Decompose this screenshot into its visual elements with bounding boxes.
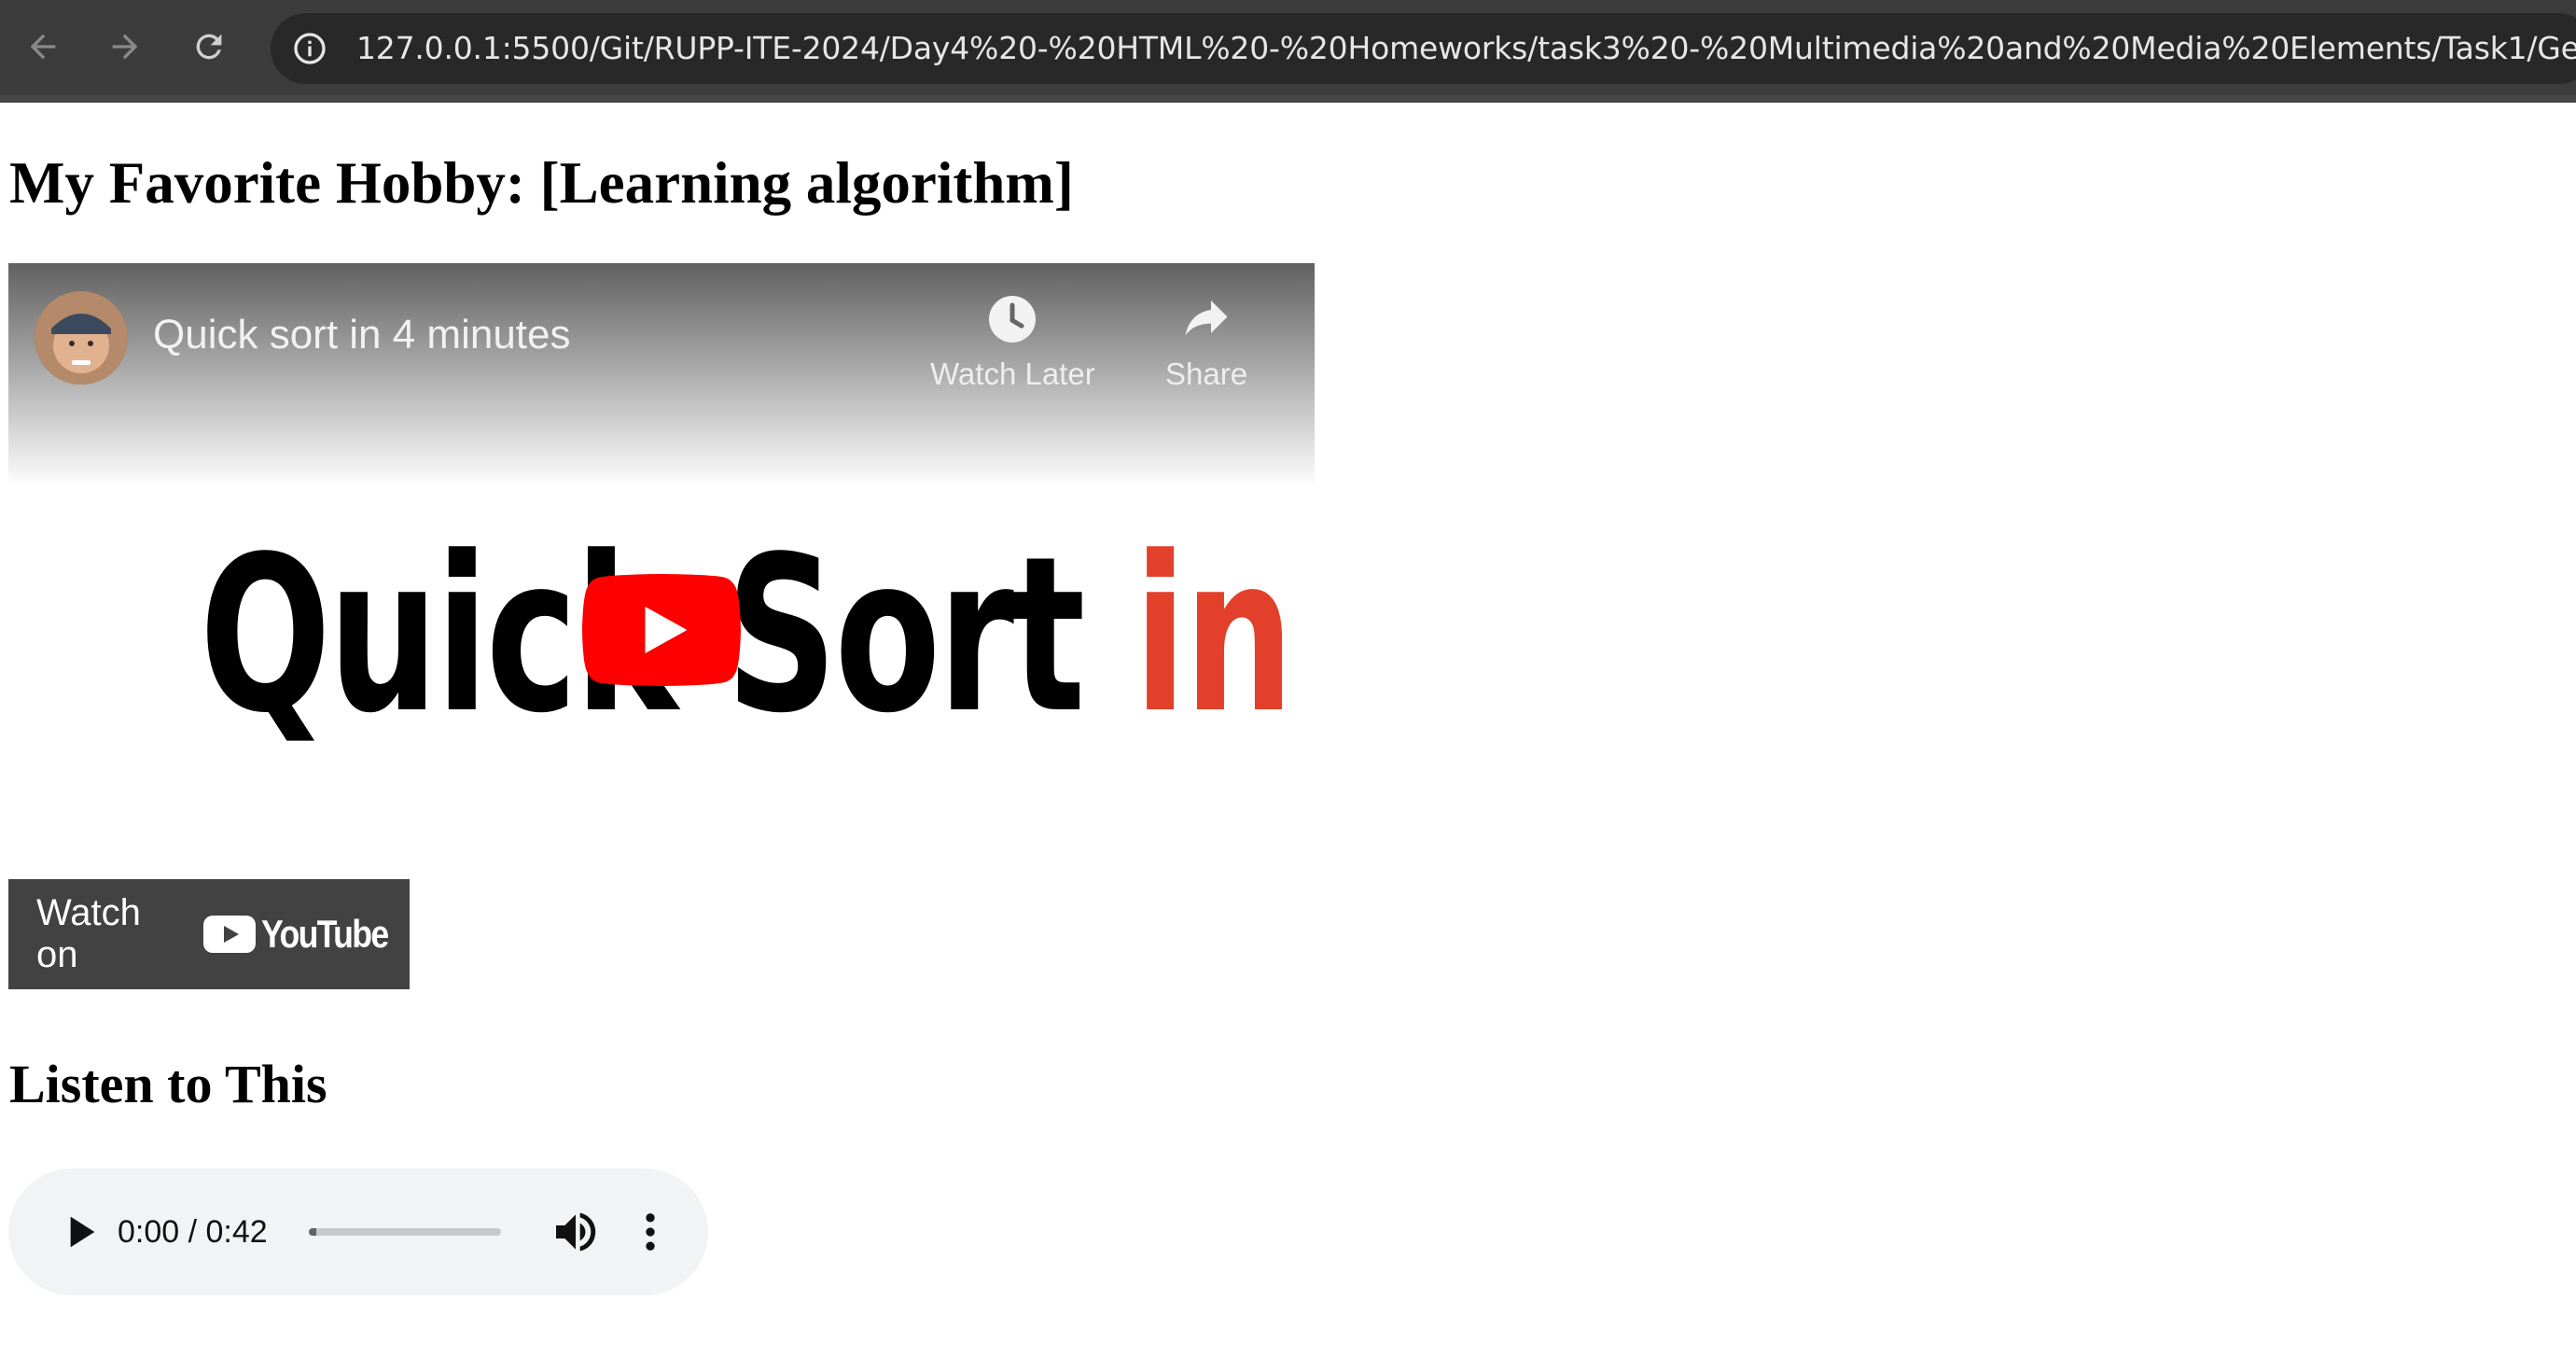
youtube-wordmark: YouTube: [260, 912, 389, 956]
address-bar[interactable]: 127.0.0.1:5500/Git/RUPP-ITE-2024/Day4%20…: [271, 13, 2576, 84]
audio-time-display: 0:00 / 0:42: [118, 1214, 268, 1250]
avatar-image: [35, 291, 128, 385]
play-video-button[interactable]: [581, 574, 742, 686]
back-button[interactable]: [17, 21, 69, 73]
info-icon: [294, 33, 326, 64]
audio-volume-button[interactable]: [550, 1206, 602, 1258]
channel-avatar[interactable]: [35, 291, 128, 385]
audio-heading: Listen to This: [9, 1054, 327, 1114]
share-button[interactable]: Share: [1165, 291, 1247, 392]
reload-icon: [196, 34, 222, 60]
volume-icon: [556, 1212, 596, 1252]
clock-icon: [989, 296, 1037, 343]
audio-more-options-button[interactable]: [624, 1206, 676, 1258]
video-title[interactable]: Quick sort in 4 minutes: [153, 312, 571, 358]
thumbnail-text-red: in 4: [1134, 511, 1315, 761]
forward-button[interactable]: [99, 21, 151, 73]
youtube-logo-icon: [202, 916, 256, 953]
youtube-play-icon: [582, 574, 741, 686]
watch-on-youtube-button[interactable]: Watch on YouTube: [8, 879, 410, 989]
share-arrow-icon: [1185, 301, 1228, 336]
arrow-left-icon: [30, 34, 56, 60]
reload-button[interactable]: [183, 21, 235, 73]
share-label: Share: [1165, 357, 1248, 391]
site-info-button[interactable]: [284, 22, 336, 75]
url-text: 127.0.0.1:5500/Git/RUPP-ITE-2024/Day4%20…: [356, 30, 2576, 66]
page-title: My Favorite Hobby: [Learning algorithm]: [9, 150, 1074, 216]
video-header-shade: [8, 263, 1315, 487]
youtube-logo: YouTube: [202, 912, 410, 957]
toolbar-divider: [0, 95, 2576, 103]
video-thumbnail-text: Quick Sort in 4: [200, 497, 1315, 776]
play-icon: [70, 1216, 95, 1248]
watch-later-button[interactable]: Watch Later: [930, 291, 1095, 392]
audio-progress-slider[interactable]: [309, 1228, 501, 1236]
audio-play-button[interactable]: [53, 1206, 105, 1258]
more-vert-icon: [646, 1213, 655, 1251]
arrow-right-icon: [112, 34, 138, 60]
watch-later-label: Watch Later: [930, 357, 1095, 391]
watch-on-label: Watch on: [36, 892, 141, 975]
audio-progress-fill: [309, 1228, 317, 1236]
youtube-embed[interactable]: Quick Sort in 4 Quick sort in 4 minutes …: [8, 263, 1315, 989]
audio-player[interactable]: 0:00 / 0:42: [8, 1168, 708, 1295]
browser-toolbar: 127.0.0.1:5500/Git/RUPP-ITE-2024/Day4%20…: [0, 0, 2576, 103]
